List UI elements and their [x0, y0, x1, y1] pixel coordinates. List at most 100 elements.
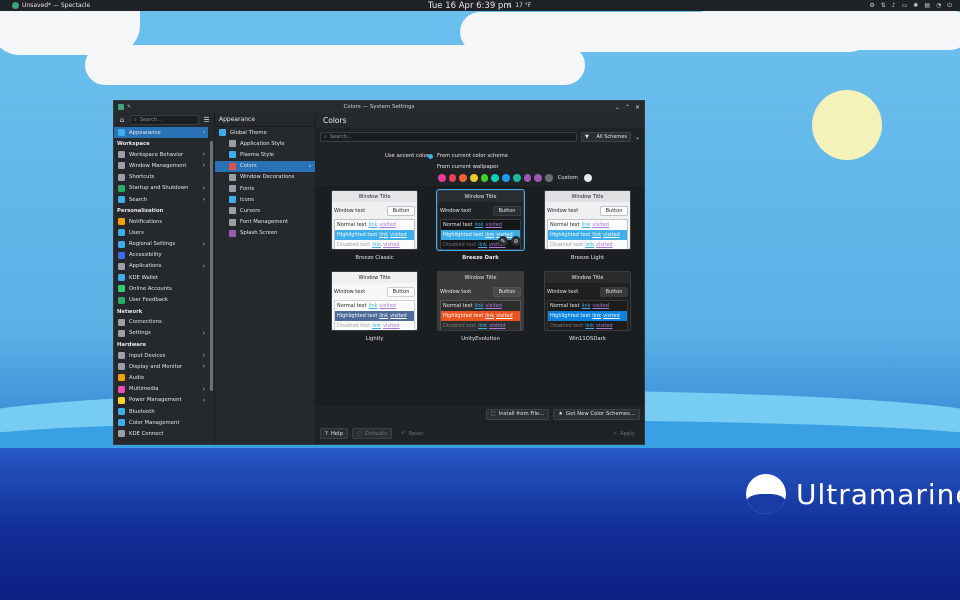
install-from-file-button[interactable]: ⬚ Install from File... [485, 408, 550, 420]
subpanel-item-fonts[interactable]: Fonts [215, 183, 315, 194]
accent-swatch[interactable] [544, 174, 553, 182]
sidebar-item-workspace-behavior[interactable]: Workspace Behavior › [114, 149, 208, 160]
subpanel-item-splash-screen[interactable]: Splash Screen [215, 228, 315, 239]
preview-visited: visited [383, 323, 400, 329]
accent-swatch[interactable] [534, 174, 542, 182]
sidebar-item-power-management[interactable]: Power Management › [114, 395, 208, 406]
sidebar-item-shortcuts[interactable]: Shortcuts [114, 172, 208, 183]
sidebar-item-audio[interactable]: Audio [114, 372, 208, 383]
subpanel-item-label: Colors [240, 163, 257, 170]
get-new-schemes-button[interactable]: ★ Get New Color Schemes... [553, 408, 640, 420]
sidebar-item-user-feedback[interactable]: User Feedback [114, 294, 208, 305]
volume-icon[interactable]: ♪ [892, 2, 896, 10]
subpanel-item-label: Application Style [240, 140, 285, 147]
subpanel-item-window-decorations[interactable]: Window Decorations [215, 172, 315, 183]
subpanel-item-font-management[interactable]: Font Management [215, 217, 315, 228]
color-scheme-card[interactable]: Window Title Window text Button Normal text… [544, 271, 631, 342]
accent-swatch[interactable] [448, 174, 457, 182]
sidebar-item-notifications[interactable]: Notifications [114, 216, 208, 227]
home-icon[interactable]: ⌂ [117, 115, 127, 125]
defaults-button[interactable]: ▢ Defaults [351, 428, 393, 439]
chevron-down-icon[interactable]: ⌄ [635, 134, 640, 141]
network-icon[interactable]: ⇅ [881, 2, 886, 10]
accent-option-scheme[interactable]: From current color scheme [437, 153, 508, 159]
accent-swatch[interactable] [502, 174, 510, 182]
sidebar-item-appearance[interactable]: Appearance › [114, 127, 208, 139]
minimize-icon[interactable]: ⌄ [615, 104, 620, 111]
close-icon[interactable]: ✕ [635, 104, 640, 111]
color-scheme-card[interactable]: Window Title Window text Button Normal text… [437, 271, 524, 342]
sidebar-item-applications[interactable]: Applications › [114, 261, 208, 272]
active-window-title[interactable]: Unsaved* — Spectacle [22, 2, 90, 9]
hamburger-menu-icon[interactable]: ☰ [202, 116, 211, 124]
color-scheme-card[interactable]: Window Title Window text Button Normal text… [436, 189, 525, 261]
maximize-icon[interactable]: ⌃ [625, 104, 630, 111]
accent-swatch[interactable] [491, 174, 500, 182]
app-style-icon [229, 140, 236, 148]
sidebar-item-users[interactable]: Users [114, 227, 208, 238]
sidebar-item-regional-settings[interactable]: Regional Settings › [114, 239, 208, 250]
weather-widget[interactable]: ☾ 17 °F [508, 2, 531, 9]
accent-swatch[interactable] [470, 174, 478, 182]
subpanel-item-global-theme[interactable]: Global Theme [215, 127, 315, 138]
color-picker-icon[interactable] [583, 174, 592, 182]
preview-button-label: Button [498, 288, 516, 295]
spectacle-icon[interactable] [12, 2, 19, 9]
sidebar-item-search[interactable]: Search › [114, 194, 208, 205]
help-button[interactable]: ? Help [320, 428, 348, 439]
power-icon[interactable]: ⏻ [947, 2, 952, 10]
sidebar-item-input-devices[interactable]: Input Devices › [114, 350, 208, 361]
accent-swatch[interactable] [438, 174, 446, 182]
edit-icon[interactable]: ✎ [498, 236, 508, 246]
sidebar-item-settings[interactable]: Settings › [114, 328, 208, 339]
gear-icon[interactable]: ⚙ [869, 2, 874, 10]
sidebar-item-label: Users [129, 229, 144, 236]
accent-swatch[interactable] [512, 174, 521, 182]
window-titlebar[interactable]: ✎ Colors — System Settings ⌄ ⌃ ✕ [114, 101, 644, 113]
sidebar-item-multimedia[interactable]: Multimedia › [114, 384, 208, 395]
accent-swatch[interactable] [480, 174, 489, 182]
sidebar-item-label: Power Management [129, 397, 182, 404]
accent-option-wallpaper[interactable]: From current wallpaper [437, 164, 499, 170]
subpanel-item-colors[interactable]: Colors › [215, 160, 315, 172]
accent-scheme-radio[interactable] [428, 154, 433, 159]
delete-icon[interactable]: ⊘ [511, 236, 521, 246]
subpanel-item-application-style[interactable]: Application Style [215, 138, 315, 149]
scheme-search-input[interactable]: ⌕ Search... [320, 132, 577, 142]
sidebar-item-bluetooth[interactable]: Bluetooth [114, 406, 208, 417]
sidebar-item-color-management[interactable]: Color Management [114, 417, 208, 428]
search-icon: ⌕ [134, 117, 137, 123]
sidebar-item-startup-and-shutdown[interactable]: Startup and Shutdown › [114, 183, 208, 194]
accent-swatch[interactable] [459, 174, 468, 182]
subpanel-item-cursors[interactable]: Cursors [215, 205, 315, 216]
apply-button[interactable]: ✓ Apply [608, 428, 640, 439]
clock[interactable]: Tue 16 Apr 6:39 pm [428, 1, 512, 11]
subpanel-item-plasma-style[interactable]: Plasma Style [215, 149, 315, 160]
sidebar-item-connections[interactable]: Connections [114, 317, 208, 328]
color-scheme-card[interactable]: Window Title Window text Button Normal text… [331, 271, 418, 342]
subpanel-item-icons[interactable]: Icons [215, 194, 315, 205]
search-input[interactable]: ⌕ Search... [130, 115, 199, 125]
sidebar-item-online-accounts[interactable]: Online Accounts [114, 283, 208, 294]
sidebar-item-window-management[interactable]: Window Management › [114, 160, 208, 171]
sidebar-item-kde-connect[interactable]: KDE Connect [114, 428, 208, 439]
notifications-icon[interactable]: ◔ [936, 2, 941, 10]
sidebar-item-kde-wallet[interactable]: KDE Wallet [114, 272, 208, 283]
sidebar-scrollbar[interactable] [210, 141, 213, 391]
custom-color-label[interactable]: Custom [558, 175, 578, 181]
bluetooth-icon[interactable]: ✱ [913, 2, 918, 10]
sidebar-item-accessibility[interactable]: Accessibility [114, 250, 208, 261]
scheme-filter-dropdown[interactable]: ▼ All Schemes [580, 132, 631, 142]
reset-button[interactable]: ↶ Reset [396, 428, 428, 439]
color-scheme-card[interactable]: Window Title Window text Button Normal text… [331, 190, 418, 261]
battery-icon[interactable]: ▭ [902, 2, 908, 10]
scheme-name: Breeze Light [570, 255, 605, 261]
preview-link: link [478, 242, 488, 248]
sidebar-item-display-and-monitor[interactable]: Display and Monitor › [114, 361, 208, 372]
color-scheme-card[interactable]: Window Title Window text Button Normal text… [544, 190, 631, 261]
clipboard-icon[interactable]: ▤ [924, 2, 930, 10]
preview-title-text: Window Title [358, 274, 391, 281]
preview-disabled-text: Disabled text [337, 323, 371, 329]
accent-swatch[interactable] [523, 174, 532, 182]
preview-link: link [379, 313, 389, 319]
